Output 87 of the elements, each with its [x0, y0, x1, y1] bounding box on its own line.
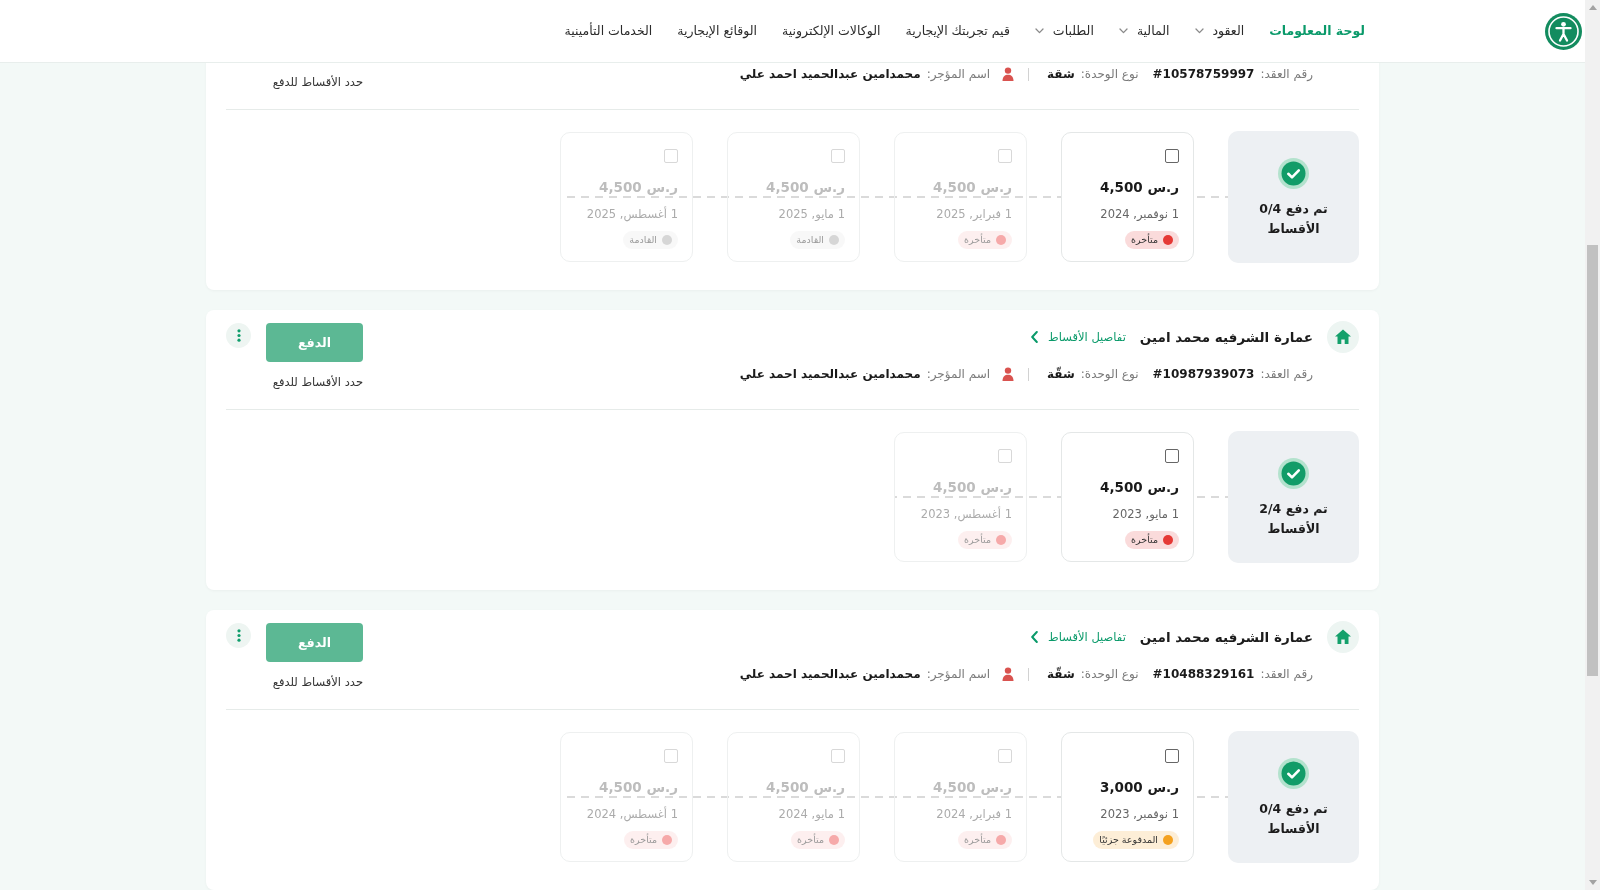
status-label: القادمة: [629, 234, 657, 246]
due-date: 1 مايو, 2025: [778, 206, 845, 223]
due-date: 1 أغسطس, 2024: [586, 805, 678, 823]
landlord-name: محمدامين عبدالحميد احمد علي: [739, 367, 921, 381]
due-date: 1 مايو, 2023: [1112, 506, 1179, 523]
more-button[interactable]: [226, 323, 251, 348]
nav-item[interactable]: المالية: [1118, 22, 1170, 40]
select-hint: حدد الأقساط للدفع: [272, 674, 363, 690]
nav-item[interactable]: العقود: [1194, 22, 1245, 40]
chevron-left-icon: [1031, 331, 1039, 343]
arrow-down-icon[interactable]: [1588, 880, 1597, 885]
property-title: عمارة الشرفيه محمد امين: [1139, 329, 1313, 345]
installment-amount: ر.س 4,500: [933, 778, 1012, 797]
contract-number: #10488329161: [1152, 667, 1255, 681]
installment-amount: ر.س 4,500: [766, 778, 845, 797]
details-link[interactable]: تفاصيل الأقساط: [1031, 330, 1126, 344]
person-icon: [1002, 367, 1015, 381]
home-icon: [1327, 621, 1359, 653]
person-icon: [1002, 67, 1015, 81]
unit-type-label: نوع الوحدة:: [1080, 667, 1139, 681]
unit-type: شقة: [1047, 67, 1075, 81]
checkbox[interactable]: [1165, 149, 1179, 163]
summary-text: تم دفع 0/4 الأقساط: [1258, 800, 1329, 838]
home-icon: [1327, 321, 1359, 353]
nav-item[interactable]: الوكالات الإلكترونية: [782, 22, 881, 40]
due-date: 1 أغسطس, 2025: [586, 205, 678, 223]
installment-amount: ر.س 4,500: [1100, 178, 1179, 197]
select-hint: حدد الأقساط للدفع: [272, 74, 363, 90]
nav-item[interactable]: الوقائع الإيجارية: [677, 22, 758, 40]
contract-number: #10987939073: [1152, 367, 1255, 381]
chevron-left-icon: [1031, 631, 1039, 643]
arrow-up-icon[interactable]: [1588, 5, 1597, 10]
due-date: 1 نوفمبر, 2024: [1100, 206, 1179, 223]
details-link[interactable]: تفاصيل الأقساط: [1031, 630, 1126, 644]
installment-amount: ر.س 4,500: [933, 178, 1012, 197]
property-title: عمارة الشرفيه محمد امين: [1139, 629, 1313, 645]
nav-item[interactable]: الخدمات التأمينية: [564, 22, 653, 40]
contract-number-label: رقم العقد:: [1260, 367, 1313, 381]
unit-type: شقّة: [1047, 367, 1075, 381]
person-icon: [1002, 667, 1015, 681]
accessibility-icon[interactable]: [1545, 12, 1582, 50]
status-label: متأخرة: [964, 834, 991, 846]
status-label: متأخرة: [797, 834, 824, 846]
checkbox[interactable]: [1165, 749, 1179, 763]
check-circle-icon: [1278, 158, 1309, 189]
scrollbar-thumb[interactable]: [1587, 245, 1598, 676]
status-label: متأخرة: [1131, 534, 1158, 546]
checkbox[interactable]: [1165, 449, 1179, 463]
unit-type: شقّة: [1047, 667, 1075, 681]
status-label: المدفوعة جزئيًا: [1099, 834, 1158, 846]
due-date: 1 فبراير, 2024: [936, 806, 1012, 823]
installment-amount: ر.س 4,500: [1100, 478, 1179, 497]
unit-type-label: نوع الوحدة:: [1080, 67, 1139, 81]
status-label: متأخرة: [964, 234, 991, 246]
landlord-label: اسم المؤجر:: [926, 367, 991, 381]
installment-amount: ر.س 4,500: [599, 178, 678, 197]
contract-number-label: رقم العقد:: [1260, 667, 1313, 681]
due-date: 1 أغسطس, 2023: [920, 505, 1012, 523]
more-button[interactable]: [226, 623, 251, 648]
status-label: متأخرة: [964, 534, 991, 546]
due-date: 1 مايو, 2024: [778, 806, 845, 823]
unit-type-label: نوع الوحدة:: [1080, 367, 1139, 381]
landlord-label: اسم المؤجر:: [926, 67, 991, 81]
status-label: متأخرة: [1131, 234, 1158, 246]
landlord-name: محمدامين عبدالحميد احمد علي: [739, 667, 921, 681]
installment-amount: ر.س 3,000: [1100, 778, 1179, 797]
vertical-dots-icon: [236, 629, 241, 642]
contract-number-label: رقم العقد:: [1260, 67, 1313, 81]
installment-amount: ر.س 4,500: [766, 178, 845, 197]
select-hint: حدد الأقساط للدفع: [272, 374, 363, 390]
nav-item[interactable]: الطلبات: [1034, 22, 1094, 40]
due-date: 1 فبراير, 2025: [936, 206, 1012, 223]
summary-text: تم دفع 2/4 الأقساط: [1258, 500, 1329, 538]
status-label: القادمة: [796, 234, 824, 246]
vertical-dots-icon: [236, 329, 241, 342]
nav-item[interactable]: لوحة المعلومات: [1269, 22, 1365, 40]
landlord-name: محمدامين عبدالحميد احمد علي: [739, 67, 921, 81]
nav-item[interactable]: قيم تجربتك الإيجارية: [905, 22, 1010, 40]
landlord-label: اسم المؤجر:: [926, 667, 991, 681]
summary-text: تم دفع 0/4 الأقساط: [1258, 200, 1329, 238]
status-label: متأخرة: [630, 834, 657, 846]
installment-amount: ر.س 4,500: [599, 778, 678, 797]
check-circle-icon: [1278, 458, 1309, 489]
check-circle-icon: [1278, 758, 1309, 789]
contract-number: #10578759997: [1152, 67, 1255, 81]
due-date: 1 نوفمبر, 2023: [1100, 806, 1179, 823]
installment-amount: ر.س 4,500: [933, 478, 1012, 497]
